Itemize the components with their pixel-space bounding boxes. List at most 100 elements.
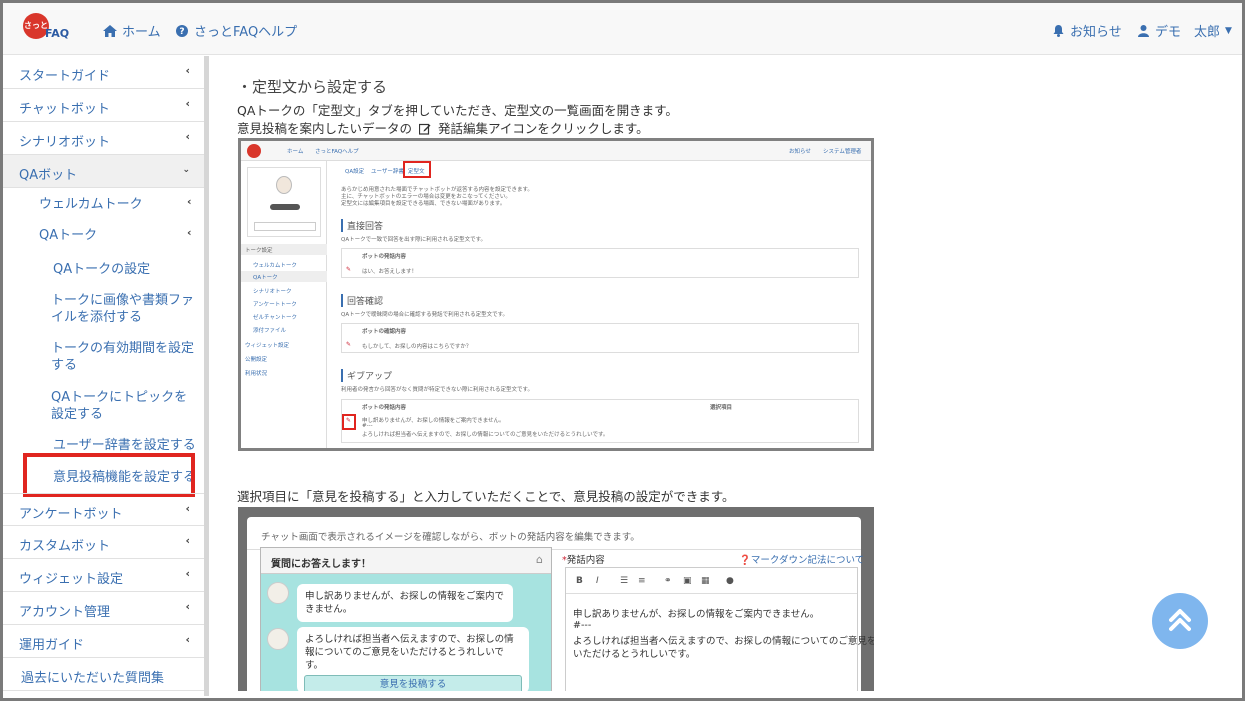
sidebar-item-label: スタートガイド bbox=[19, 69, 111, 84]
sidebar-item-scenario-bot[interactable]: シナリオボット ‹ bbox=[3, 122, 204, 155]
top-navbar: さっと FAQ ホーム ? さっとFAQヘルプ お知らせ デモ 太郎 ▼ bbox=[3, 3, 1242, 55]
sidebar-item-survey-bot[interactable]: アンケートボット ‹ bbox=[3, 493, 204, 526]
question-circle-icon: ? bbox=[175, 24, 189, 38]
svg-text:?: ? bbox=[179, 27, 184, 37]
markdown-help-link[interactable]: ❓マークダウン記法について bbox=[739, 552, 864, 566]
instruction-paragraph-2: 意見投稿を案内したいデータの 発話編集アイコンをクリックします。 bbox=[237, 118, 649, 138]
image-icon[interactable]: ▣ bbox=[683, 576, 692, 586]
mini-side-item: 利用状況 bbox=[245, 371, 268, 377]
sidebar-item-talk-validity[interactable]: トークの有効期間を設定する bbox=[51, 340, 196, 374]
mini-desc: 利用者の発言から回答がなく質問が特定できない際に利用される定型文です。 bbox=[341, 387, 533, 393]
mini-col: ボットの発話内容 bbox=[362, 405, 407, 411]
notice-link[interactable]: お知らせ bbox=[1051, 21, 1122, 40]
bullet-list-icon[interactable]: ☰ bbox=[620, 576, 628, 586]
markdown-editor[interactable]: B I ☰ ≡ ⚭ ▣ ▦ ● 申し訳ありませんが、お探しの情報をご案内できませ… bbox=[565, 567, 874, 691]
chat-preview-header: 質問にお答えします！ ⌂ bbox=[261, 548, 551, 574]
screenshot-editor: チャット画面で表示されるイメージを確認しながら、ボットの発話内容を編集できます。… bbox=[238, 507, 874, 691]
sidebar-item-widget-settings[interactable]: ウィジェット設定 ‹ bbox=[3, 559, 204, 592]
sidebar-item-label: トークに画像や書類ファイルを添付する bbox=[51, 293, 195, 325]
mini-avatar bbox=[276, 176, 292, 194]
numbered-list-icon[interactable]: ≡ bbox=[638, 576, 646, 586]
editor-modal: チャット画面で表示されるイメージを確認しながら、ボットの発話内容を編集できます。… bbox=[247, 517, 874, 691]
link-icon[interactable]: ⚭ bbox=[664, 576, 672, 586]
sidebar-item-qa-bot[interactable]: QAボット ⌄ bbox=[3, 155, 204, 188]
chevron-left-icon: ‹ bbox=[185, 567, 190, 580]
home-link[interactable]: ホーム bbox=[103, 21, 161, 40]
post-opinion-button[interactable]: 意見を投稿する bbox=[304, 675, 522, 691]
sidebar-item-label: 運用ガイド bbox=[19, 638, 85, 653]
chevron-left-icon: ‹ bbox=[185, 97, 190, 110]
mini-heading: ギブアップ bbox=[341, 369, 392, 382]
sidebar-item-label: 過去にいただいた質問集 bbox=[21, 671, 165, 686]
instruction-paragraph: QAトークの「定型文」タブを押していただき、定型文の一覧画面を開きます。 bbox=[237, 103, 678, 118]
sidebar-item-label: トークの有効期間を設定する bbox=[51, 341, 195, 373]
sidebar-item-label: ウェルカムトーク bbox=[39, 197, 143, 212]
mini-tab-highlight: 定型文 bbox=[403, 161, 431, 178]
utterance-label: *発話内容 bbox=[562, 552, 605, 566]
sidebar-item-label: ウィジェット設定 bbox=[19, 572, 124, 587]
sidebar-item-label: アンケートボット bbox=[19, 507, 123, 522]
mini-row: 申し訳ありませんが、お探しの情報をご案内できません。 bbox=[362, 418, 505, 424]
scroll-to-top-button[interactable] bbox=[1152, 593, 1208, 649]
mini-tab: 定型文 bbox=[408, 169, 425, 175]
mini-side-item: トーク設定 bbox=[245, 248, 273, 254]
bot-avatar bbox=[267, 582, 289, 604]
sidebar-item-talk-topic[interactable]: QAトークにトピックを設定する bbox=[51, 389, 196, 423]
sidebar-item-label: ユーザー辞書を設定する bbox=[53, 438, 196, 453]
instruction-paragraph-3: 選択項目に「意見を投稿する」と入力していただくことで、意見投稿の設定ができます。 bbox=[237, 489, 735, 504]
sidebar-item-operation-guide[interactable]: 運用ガイド ‹ bbox=[3, 625, 204, 658]
sidebar-item-qa-talk-settings[interactable]: QAトークの設定 bbox=[53, 261, 150, 278]
sidebar-item-user-dictionary[interactable]: ユーザー辞書を設定する bbox=[53, 437, 196, 454]
chat-bubble-text: よろしければ担当者へ伝えますので、お探しの情報についてのご意見をいただけるとうれ… bbox=[305, 634, 514, 671]
sidebar: スタートガイド ‹ チャットボット ‹ シナリオボット ‹ QAボット ⌄ ウェ… bbox=[3, 56, 209, 696]
mini-header: ホーム さっとFAQヘルプ お知らせ システム管理者 bbox=[241, 141, 871, 161]
chevron-left-icon: ‹ bbox=[187, 195, 192, 208]
table-icon[interactable]: ▦ bbox=[701, 576, 710, 586]
sidebar-item-qa-talk[interactable]: QAトーク bbox=[39, 227, 97, 244]
home-icon bbox=[103, 24, 117, 38]
sidebar-item-welcome-talk[interactable]: ウェルカムトーク bbox=[39, 196, 143, 213]
notice-label: お知らせ bbox=[1070, 25, 1122, 40]
mini-desc: QAトークで一致で回答を出す際に利用される定型文です。 bbox=[341, 237, 487, 243]
mini-side-item: シナリオトーク bbox=[253, 289, 292, 295]
italic-icon[interactable]: I bbox=[596, 576, 599, 586]
mini-edit-icon: ✎ bbox=[346, 417, 352, 424]
sidebar-item-chatbot[interactable]: チャットボット ‹ bbox=[3, 89, 204, 122]
user-menu[interactable]: デモ 太郎 ▼ bbox=[1136, 21, 1232, 40]
sidebar-item-label: アカウント管理 bbox=[19, 605, 111, 620]
help-link[interactable]: ? さっとFAQヘルプ bbox=[175, 21, 297, 40]
sidebar-item-label: シナリオボット bbox=[19, 135, 111, 150]
sidebar-item-account[interactable]: アカウント管理 ‹ bbox=[3, 592, 204, 625]
logo[interactable]: さっと FAQ bbox=[23, 13, 75, 45]
editor-toolbar: B I ☰ ≡ ⚭ ▣ ▦ ● bbox=[566, 568, 857, 594]
logo-text: FAQ bbox=[45, 27, 70, 40]
instruction-text: 意見投稿を案内したいデータの bbox=[237, 121, 413, 136]
mini-intro: 定型文には編集項目を設定できる場面、できない場面があります。 bbox=[341, 201, 506, 207]
bold-icon[interactable]: B bbox=[576, 576, 583, 586]
comment-icon[interactable]: ● bbox=[726, 576, 734, 586]
mini-bot-field bbox=[254, 222, 316, 231]
mini-tab: QA設定 bbox=[345, 169, 365, 175]
mini-row: #--- bbox=[362, 423, 373, 429]
editor-line: いただけるとうれしいです。 bbox=[573, 649, 696, 660]
mini-tab: ユーザー辞書 bbox=[371, 169, 404, 175]
utterance-label-text: 発話内容 bbox=[566, 555, 605, 566]
chevron-left-icon: ‹ bbox=[185, 502, 190, 515]
sidebar-item-start-guide[interactable]: スタートガイド ‹ bbox=[3, 56, 204, 89]
double-chevron-up-icon bbox=[1169, 608, 1191, 635]
sidebar-item-custom-bot[interactable]: カスタムボット ‹ bbox=[3, 526, 204, 559]
chevron-down-icon: ⌄ bbox=[182, 165, 190, 175]
edit-icon bbox=[418, 123, 431, 138]
mini-side-item: アンケートトーク bbox=[253, 302, 297, 308]
mini-help: さっとFAQヘルプ bbox=[315, 149, 359, 155]
mini-table: ボットの発話内容 選択項目 ✎ 申し訳ありませんが、お探しの情報をご案内できませ… bbox=[341, 399, 859, 443]
mini-bot-card bbox=[247, 167, 321, 237]
sidebar-item-label: QAボット bbox=[19, 168, 78, 183]
mini-table: ボットの発話内容 ✎ はい、お答えします！ bbox=[341, 248, 859, 278]
mini-row: よろしければ担当者へ伝えますので、お探しの情報についてのご意見をいただけるとうれ… bbox=[362, 432, 609, 438]
markdown-help-text: マークダウン記法について bbox=[750, 555, 865, 566]
sidebar-item-attach-files[interactable]: トークに画像や書類ファイルを添付する bbox=[51, 292, 196, 326]
sidebar-item-past-questions[interactable]: 過去にいただいた質問集 bbox=[3, 658, 204, 691]
caret-down-icon: ▼ bbox=[1225, 25, 1232, 36]
highlight-box bbox=[23, 453, 195, 497]
